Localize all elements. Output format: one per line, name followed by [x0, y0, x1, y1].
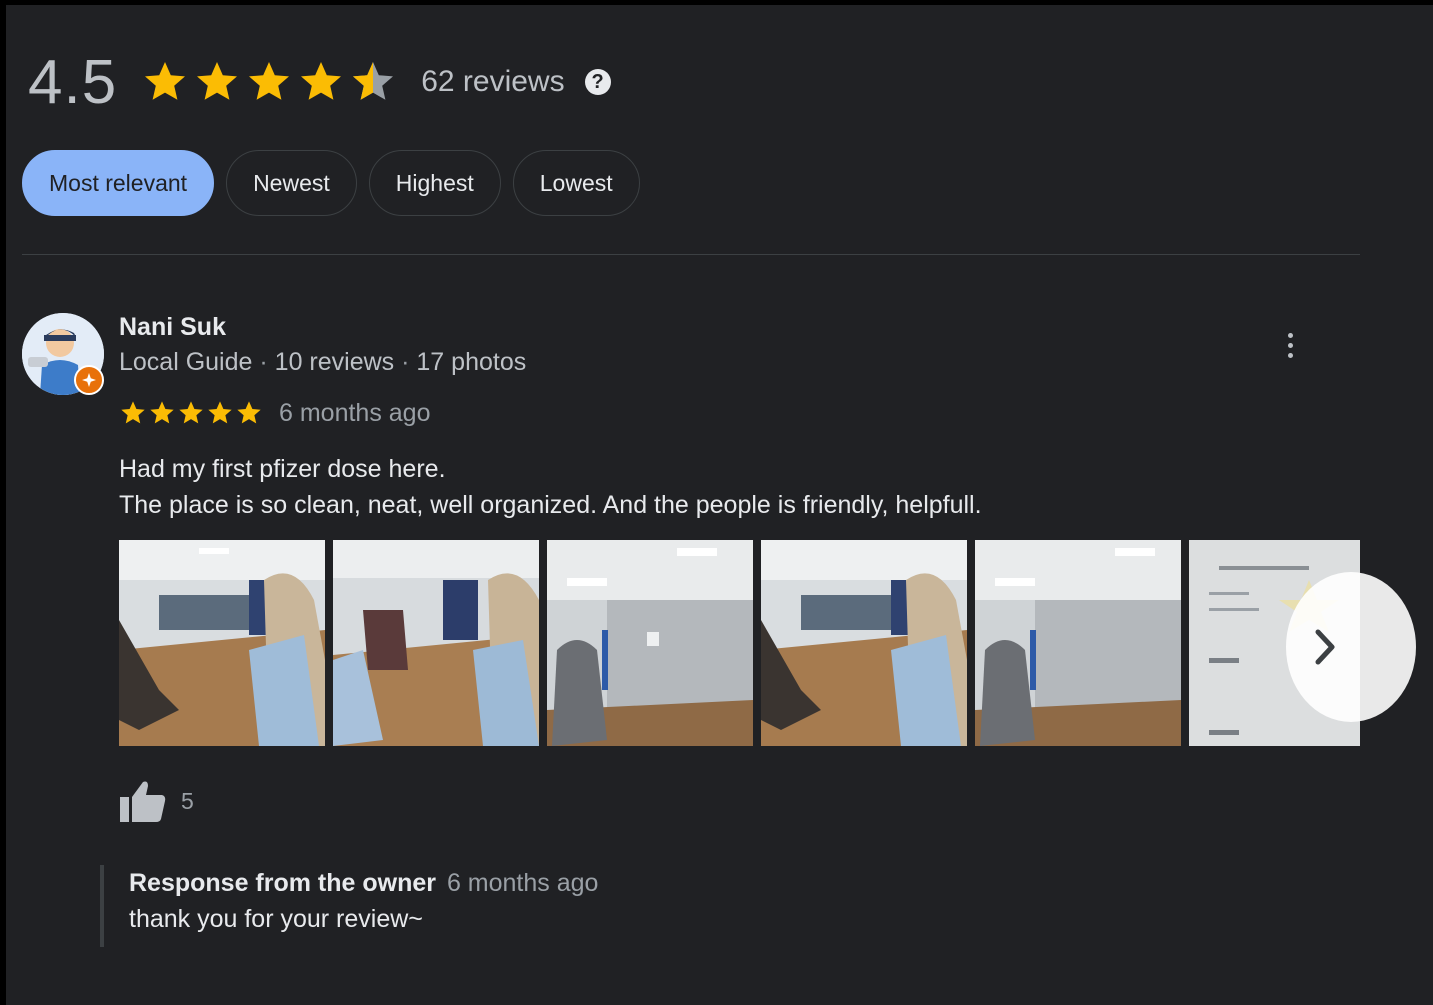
response-title: Response from the owner [129, 869, 436, 897]
local-guide-badge-icon [74, 365, 104, 395]
reviewer-photo-count: 17 photos [416, 348, 527, 376]
review-photo[interactable] [547, 540, 753, 746]
star-full-icon [197, 62, 238, 100]
star-half-icon [353, 62, 394, 100]
star-full-icon [249, 62, 290, 100]
review-text-line: The place is so clean, neat, well organi… [119, 491, 982, 519]
help-icon[interactable]: ? [584, 69, 611, 95]
chevron-right-icon [1315, 629, 1335, 665]
average-rating: 4.5 [28, 47, 118, 117]
star-full-icon [237, 401, 261, 424]
review-rating-row: 6 months ago [119, 398, 431, 428]
reviewer-name[interactable]: Nani Suk [119, 313, 226, 342]
review-stars [119, 399, 263, 427]
thumbs-up-icon[interactable] [119, 779, 167, 823]
more-vert-icon[interactable] [1278, 327, 1302, 363]
star-full-icon [179, 401, 203, 424]
star-full-icon [301, 62, 342, 100]
like-row: 5 [119, 779, 194, 823]
divider [22, 254, 1360, 255]
photos-next-button[interactable] [1286, 572, 1416, 722]
review-time: 6 months ago [279, 398, 431, 427]
sort-most-relevant-chip[interactable]: Most relevant [22, 150, 215, 216]
review-text-line: Had my first pfizer dose here. [119, 455, 446, 483]
review-photos [119, 540, 1360, 746]
meta-separator: · [401, 348, 410, 376]
sort-newest-chip[interactable]: Newest [226, 150, 357, 216]
reviewer-meta: Local Guide · 10 reviews · 17 photos [119, 348, 526, 377]
review-photo[interactable] [975, 540, 1181, 746]
star-full-icon [208, 401, 232, 424]
avatar[interactable] [22, 313, 104, 395]
like-count: 5 [181, 787, 194, 814]
meta-separator: · [259, 348, 268, 376]
response-text: thank you for your review~ [129, 905, 423, 933]
sort-lowest-chip[interactable]: Lowest [512, 150, 640, 216]
rating-summary: 4.5 62 reviews ? [28, 47, 611, 117]
response-header: Response from the owner 6 months ago [129, 865, 598, 901]
sort-options: Most relevant Newest Highest Lowest [22, 150, 640, 216]
sort-highest-chip[interactable]: Highest [368, 150, 501, 216]
reviews-panel: 4.5 62 reviews ? Most relevant Newest Hi… [0, 0, 1433, 1005]
rating-stars [141, 58, 397, 106]
owner-response: Response from the owner 6 months ago tha… [100, 865, 598, 947]
review-photo[interactable] [333, 540, 539, 746]
reviews-count: 62 reviews [421, 65, 565, 98]
review-photo[interactable] [761, 540, 967, 746]
review-photo[interactable] [119, 540, 325, 746]
star-full-icon [150, 401, 174, 424]
star-full-icon [121, 401, 145, 424]
star-full-icon [145, 62, 186, 100]
response-time: 6 months ago [446, 869, 599, 897]
review-text: Had my first pfizer dose here. The place… [119, 451, 982, 523]
reviewer-review-count: 10 reviews [274, 348, 395, 376]
local-guide-label: Local Guide [119, 348, 253, 376]
